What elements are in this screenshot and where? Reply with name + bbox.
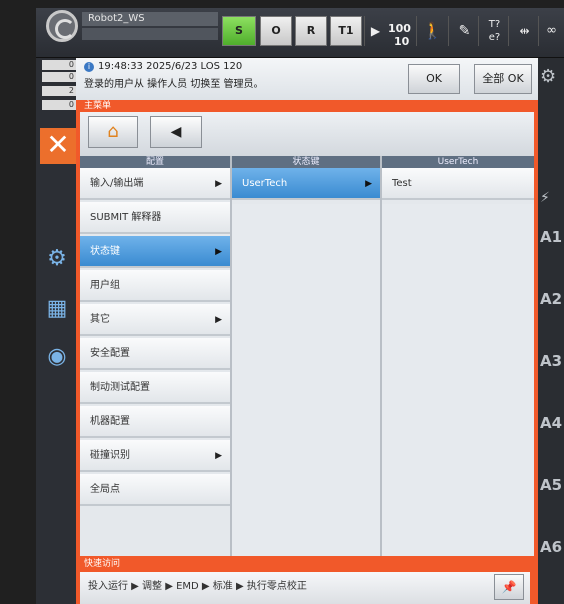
menu-item-test[interactable]: Test [382, 168, 534, 200]
home-button[interactable]: ⌂ [88, 116, 138, 148]
message-bar: i 19:48:33 2025/6/23 LOS 120 登录的用户从 操作人员 … [76, 58, 538, 100]
column-header: UserTech [382, 156, 534, 168]
gear-icon[interactable]: ⚙ [40, 244, 74, 274]
pin-button[interactable]: 📌 [494, 574, 524, 600]
message-time: 19:48:33 2025/6/23 LOS 120 [98, 61, 243, 72]
axis-label-a6: A6 [540, 538, 563, 556]
active-base: e? [488, 32, 501, 43]
menu-item-label: 用户组 [90, 280, 120, 291]
axis-label-a4: A4 [540, 414, 563, 432]
operating-mode-button[interactable]: T1 [330, 16, 362, 46]
menu-item-label: Test [392, 178, 412, 189]
axis-label-a5: A5 [540, 476, 563, 494]
submenu-arrow-icon: ▶ [215, 247, 222, 257]
menu-item-label: 制动测试配置 [90, 382, 150, 393]
grid-icon[interactable]: ▦ [40, 294, 74, 324]
menu-item-brake-test[interactable]: 制动测试配置 [80, 372, 230, 404]
quick-access: 快速访问 投入运行 ▶ 调整 ▶ EMD ▶ 标准 ▶ 执行零点校正 📌 [76, 556, 538, 604]
stop-icon[interactable]: ◉ [40, 342, 74, 372]
play-override-icon[interactable]: ▶ [364, 16, 386, 46]
menu-item-submit[interactable]: SUBMIT 解释器 [80, 202, 230, 234]
active-tool-base-button[interactable]: T? e? [478, 16, 510, 46]
kuka-logo-icon[interactable] [46, 10, 78, 42]
main-menu-panel: 主菜单 ⌂ ◀ 配置 输入/输出端 ▶ SUBMIT 解释器 状态键 ▶ 用户组 其… [76, 100, 538, 604]
jog-keys-strip [538, 58, 564, 604]
submenu-arrow-icon: ▶ [215, 179, 222, 189]
column-header: 配置 [80, 156, 230, 168]
robot-interpreter-button[interactable]: R [295, 16, 327, 46]
smartpad-screen: Robot2_WS S O R T1 ▶ 100 10 🚶 ✎ T? e? ⇹ … [0, 0, 564, 604]
submenu-arrow-icon: ▶ [365, 179, 372, 189]
pin-icon: 📌 [501, 580, 517, 594]
menu-column-usertech: UserTech Test [382, 156, 534, 556]
menu-item-status-keys[interactable]: 状态键 ▶ [80, 236, 230, 268]
message-header: i 19:48:33 2025/6/23 LOS 120 [84, 60, 242, 74]
axis-label-a2: A2 [540, 290, 563, 308]
walk-person-icon[interactable]: 🚶 [416, 16, 448, 46]
back-arrow-icon: ◀ [170, 124, 182, 140]
quick-access-path-text: 投入运行 ▶ 调整 ▶ EMD ▶ 标准 ▶ 执行零点校正 [88, 581, 307, 592]
indicator-3: 2 [42, 86, 76, 96]
panel-title: 主菜单 [84, 101, 112, 111]
column-header: 状态键 [232, 156, 380, 168]
indicator-1: 0 [42, 60, 76, 70]
menu-item-usertech[interactable]: UserTech ▶ [232, 168, 380, 200]
menu-item-io[interactable]: 输入/输出端 ▶ [80, 168, 230, 200]
jog-icon: ⚡ [540, 190, 550, 206]
menu-item-label: 碰撞识别 [90, 450, 130, 461]
menu-item-collision[interactable]: 碰撞识别 ▶ [80, 440, 230, 472]
menu-item-label: 状态键 [90, 246, 120, 257]
increment-infinite-button[interactable]: ∞ [538, 16, 564, 46]
program-override-value: 100 [388, 22, 411, 35]
menu-item-label: 输入/输出端 [90, 178, 144, 189]
submenu-arrow-icon: ▶ [215, 315, 222, 325]
submenu-arrow-icon: ▶ [215, 451, 222, 461]
all-ok-button[interactable]: 全部 OK [474, 64, 532, 94]
active-tool: T? [488, 19, 501, 30]
menu-nav-row: ⌂ ◀ [80, 112, 534, 156]
robot-icon[interactable]: ⚙ [540, 66, 564, 87]
menu-column-status-keys: 状态键 UserTech ▶ [232, 156, 382, 556]
quick-access-path[interactable]: 投入运行 ▶ 调整 ▶ EMD ▶ 标准 ▶ 执行零点校正 📌 [80, 572, 530, 604]
axis-label-a3: A3 [540, 352, 563, 370]
info-icon: i [84, 62, 94, 72]
close-menu-button[interactable]: ✕ [40, 128, 76, 164]
menu-item-user-group[interactable]: 用户组 [80, 270, 230, 302]
home-icon: ⌂ [107, 121, 119, 142]
indicator-2: 0 [42, 72, 76, 82]
indicator-4: 0 [42, 100, 76, 110]
tool-icon[interactable]: ✎ [448, 16, 480, 46]
menu-item-label: 其它 [90, 314, 110, 325]
jog-mode-icon[interactable]: ⇹ [508, 16, 540, 46]
quick-access-title: 快速访问 [84, 559, 121, 569]
message-text: 登录的用户从 操作人员 切换至 管理员。 [84, 79, 264, 90]
ok-button[interactable]: OK [408, 64, 460, 94]
menu-body: ⌂ ◀ 配置 输入/输出端 ▶ SUBMIT 解释器 状态键 ▶ 用户组 其它 ▶ 安… [80, 112, 534, 556]
back-button[interactable]: ◀ [150, 116, 202, 148]
menu-column-config: 配置 输入/输出端 ▶ SUBMIT 解释器 状态键 ▶ 用户组 其它 ▶ 安全配置 … [80, 156, 232, 556]
jog-override-value: 10 [394, 35, 410, 48]
menu-item-safety[interactable]: 安全配置 [80, 338, 230, 370]
axis-label-a1: A1 [540, 228, 563, 246]
submit-status-button[interactable]: S [222, 16, 256, 46]
column-empty-area [382, 204, 534, 556]
menu-item-global-points[interactable]: 全局点 [80, 474, 230, 506]
robot-status-line [82, 28, 218, 40]
menu-item-label: 机器配置 [90, 416, 130, 427]
drives-status-button[interactable]: O [260, 16, 292, 46]
robot-name[interactable]: Robot2_WS [82, 12, 218, 26]
menu-item-other[interactable]: 其它 ▶ [80, 304, 230, 336]
menu-item-label: 安全配置 [90, 348, 130, 359]
menu-item-label: 全局点 [90, 484, 120, 495]
speed-override[interactable]: 100 10 [388, 22, 411, 48]
column-empty-area [232, 204, 380, 556]
menu-item-label: UserTech [242, 178, 288, 189]
menu-item-label: SUBMIT 解释器 [90, 212, 162, 223]
menu-item-machine[interactable]: 机器配置 [80, 406, 230, 438]
